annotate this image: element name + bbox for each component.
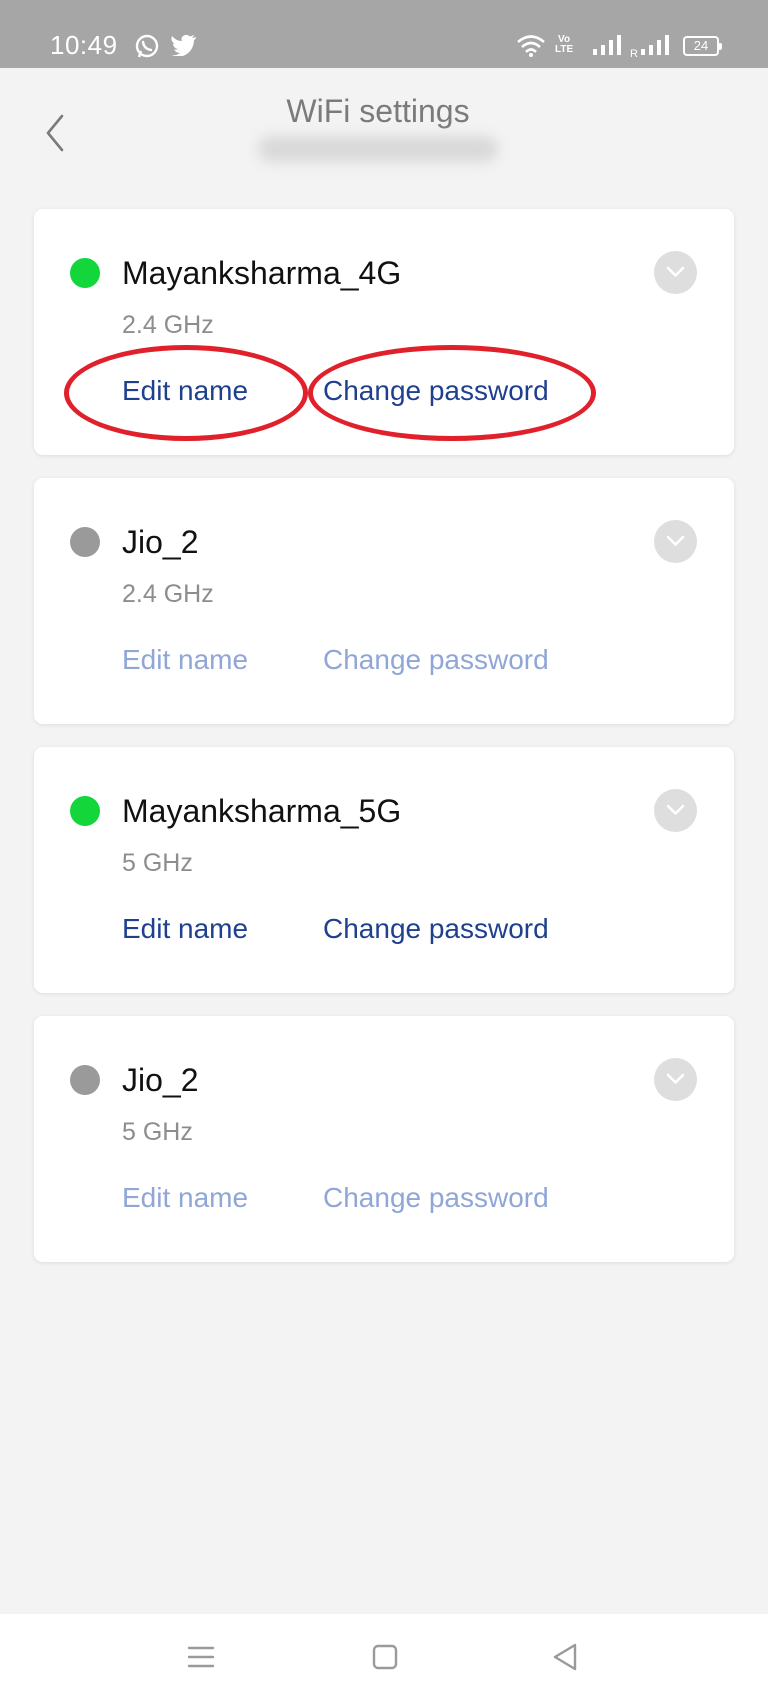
header: WiFi settings xyxy=(0,68,768,198)
network-card: Jio_2 5 GHz Edit name Change password xyxy=(34,1016,734,1262)
menu-icon[interactable] xyxy=(186,1642,216,1672)
network-band: 2.4 GHz xyxy=(122,580,214,608)
redacted-subtitle xyxy=(258,136,498,162)
back-triangle-icon[interactable] xyxy=(550,1642,580,1672)
network-band: 5 GHz xyxy=(122,1118,193,1146)
network-band: 2.4 GHz xyxy=(122,311,214,339)
signal-icon xyxy=(593,35,621,55)
expand-button[interactable] xyxy=(654,1058,697,1101)
twitter-icon xyxy=(171,34,196,56)
expand-button[interactable] xyxy=(654,789,697,832)
network-ssid: Mayanksharma_4G xyxy=(122,255,402,291)
status-bar: 10:49 Vo LTE R 24 xyxy=(0,0,768,68)
whatsapp-icon xyxy=(135,34,159,58)
network-ssid: Jio_2 xyxy=(122,524,199,560)
network-ssid: Mayanksharma_5G xyxy=(122,793,402,829)
change-password-button[interactable]: Change password xyxy=(323,375,549,407)
network-band: 5 GHz xyxy=(122,849,193,877)
home-icon[interactable] xyxy=(370,1642,400,1672)
connection-status-dot xyxy=(70,527,100,557)
edit-name-button[interactable]: Edit name xyxy=(122,375,248,407)
network-card: Jio_2 2.4 GHz Edit name Change password xyxy=(34,478,734,724)
chevron-down-icon xyxy=(666,266,685,277)
change-password-button[interactable]: Change password xyxy=(323,913,549,945)
connection-status-dot xyxy=(70,1065,100,1095)
navigation-bar xyxy=(0,1614,768,1707)
change-password-button[interactable]: Change password xyxy=(323,644,549,676)
edit-name-button[interactable]: Edit name xyxy=(122,1182,248,1214)
chevron-down-icon xyxy=(666,535,685,546)
signal-roaming-icon xyxy=(641,35,669,55)
edit-name-button[interactable]: Edit name xyxy=(122,644,248,676)
volte-icon: Vo LTE xyxy=(555,34,574,55)
expand-button[interactable] xyxy=(654,520,697,563)
edit-name-button[interactable]: Edit name xyxy=(122,913,248,945)
connection-status-dot xyxy=(70,258,100,288)
roaming-indicator: R xyxy=(630,48,638,60)
chevron-down-icon xyxy=(666,804,685,815)
chevron-down-icon xyxy=(666,1073,685,1084)
network-card: Mayanksharma_5G 5 GHz Edit name Change p… xyxy=(34,747,734,993)
expand-button[interactable] xyxy=(654,251,697,294)
change-password-button[interactable]: Change password xyxy=(323,1182,549,1214)
connection-status-dot xyxy=(70,796,100,826)
battery-level: 24 xyxy=(693,38,709,53)
network-card: Mayanksharma_4G 2.4 GHz Edit name Change… xyxy=(34,209,734,455)
page-title: WiFi settings xyxy=(286,93,470,129)
wifi-icon xyxy=(517,35,545,57)
network-ssid: Jio_2 xyxy=(122,1062,199,1098)
status-time: 10:49 xyxy=(50,30,118,60)
battery-icon: 24 xyxy=(683,36,722,56)
network-list: Mayanksharma_4G 2.4 GHz Edit name Change… xyxy=(34,209,734,1285)
